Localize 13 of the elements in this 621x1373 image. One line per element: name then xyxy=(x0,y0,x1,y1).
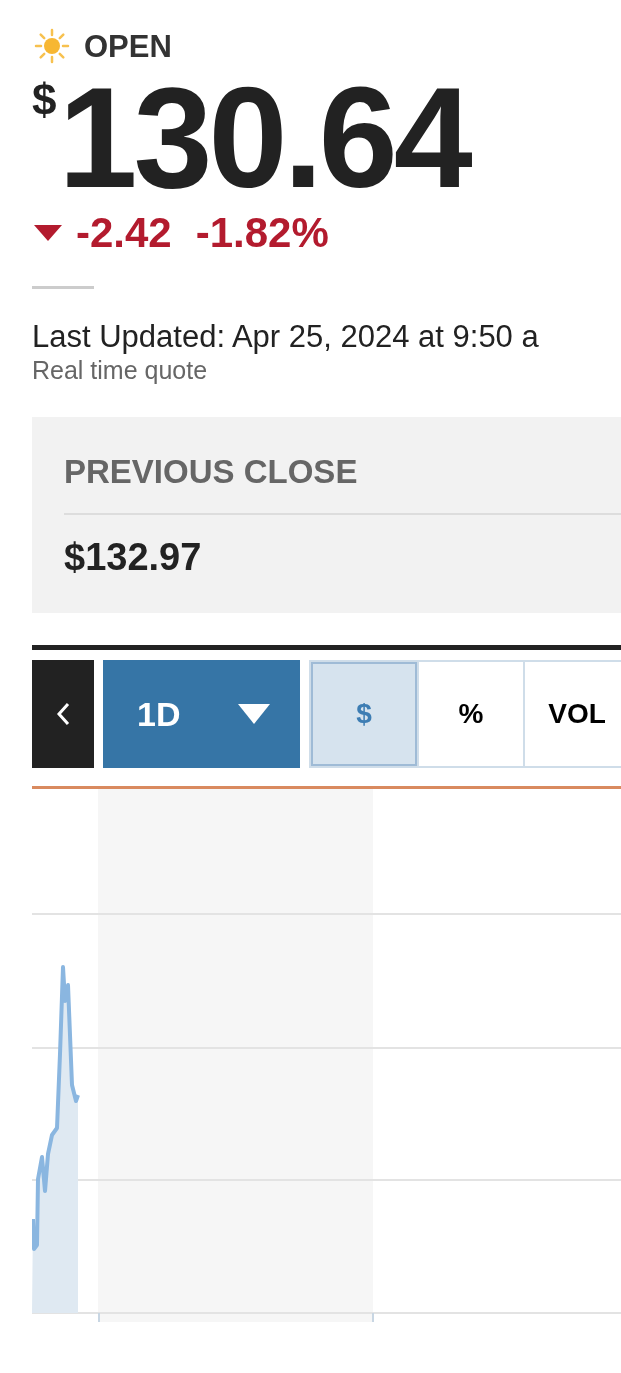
back-button[interactable] xyxy=(32,660,94,768)
previous-close-label: PREVIOUS CLOSE xyxy=(64,453,359,491)
percent-change: -1.82% xyxy=(195,212,329,254)
chevron-left-icon xyxy=(54,700,72,728)
currency-symbol: $ xyxy=(32,78,57,122)
caret-down-icon xyxy=(238,704,270,724)
previous-close-value: $132.97 xyxy=(64,535,203,579)
stock-price: 130.64 xyxy=(58,74,469,202)
price-change: -2.42 xyxy=(76,212,172,254)
market-status: OPEN xyxy=(84,30,172,62)
range-dropdown[interactable]: 1D xyxy=(103,660,300,768)
quote-note: Real time quote xyxy=(31,355,209,385)
last-updated: Last Updated: Apr 25, 2024 at 9:50 a xyxy=(31,319,540,355)
